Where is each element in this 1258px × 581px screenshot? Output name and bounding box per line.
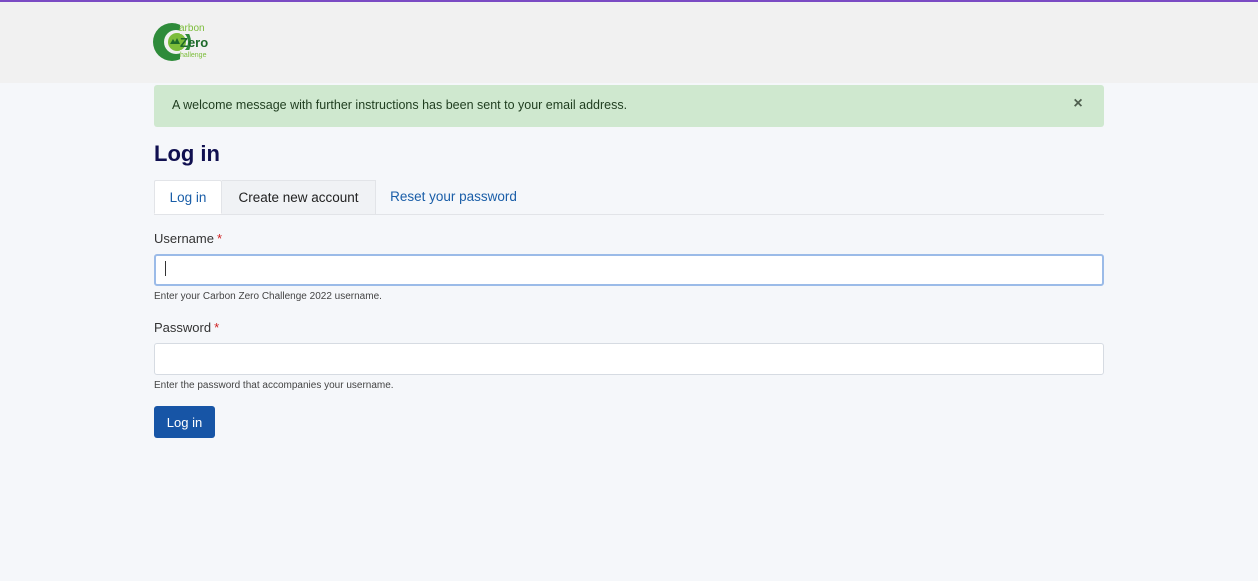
logo-text-line2: Zero — [180, 35, 209, 50]
page-content: A welcome message with further instructi… — [0, 83, 1258, 581]
password-label: Password * — [154, 320, 219, 335]
required-marker: * — [216, 231, 223, 246]
tab-create-new-account[interactable]: Create new account — [222, 180, 376, 214]
logo-text-line3: hallenge — [180, 52, 207, 59]
username-input[interactable] — [154, 254, 1104, 286]
password-label-text: Password — [154, 320, 212, 335]
tab-log-in[interactable]: Log in — [154, 180, 222, 214]
status-message: A welcome message with further instructi… — [154, 85, 1104, 127]
password-input[interactable] — [154, 343, 1104, 375]
site-logo[interactable]: arbon Zero hallenge — [150, 18, 230, 74]
log-in-button[interactable]: Log in — [154, 406, 215, 438]
tab-reset-password[interactable]: Reset your password — [376, 180, 531, 214]
username-field-wrapper — [154, 254, 1104, 286]
username-label: Username * — [154, 231, 222, 246]
username-label-text: Username — [154, 231, 214, 246]
page-title: Log in — [154, 141, 220, 166]
tabs: Log in Create new account Reset your pas… — [154, 180, 1104, 215]
text-caret — [165, 261, 166, 276]
password-help-text: Enter the password that accompanies your… — [154, 380, 394, 391]
logo-text-line1: arbon — [179, 23, 205, 34]
required-marker: * — [214, 320, 220, 335]
username-help-text: Enter your Carbon Zero Challenge 2022 us… — [154, 291, 382, 302]
status-message-text: A welcome message with further instructi… — [172, 98, 628, 112]
site-header: arbon Zero hallenge — [0, 2, 1258, 83]
close-icon[interactable]: × — [1070, 96, 1086, 112]
